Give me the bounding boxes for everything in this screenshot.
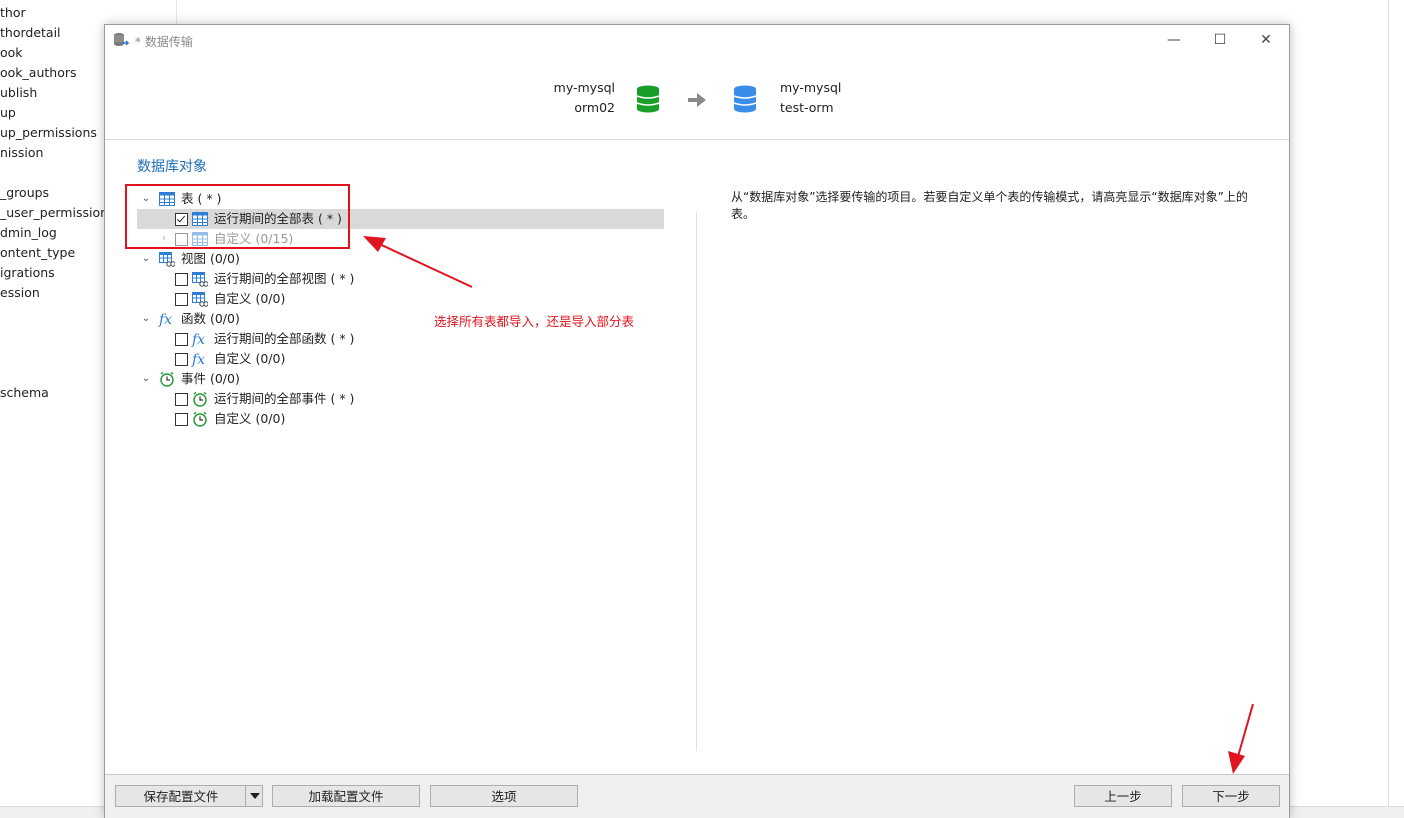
chevron-down-icon[interactable]: ⌄ xyxy=(141,309,151,329)
function-icon: fx xyxy=(192,332,206,348)
chevron-down-icon[interactable]: ⌄ xyxy=(141,369,151,389)
close-button[interactable]: ✕ xyxy=(1243,25,1289,55)
event-clock-icon xyxy=(160,371,174,387)
dialog-footer: 保存配置文件 加载配置文件 选项 上一步 下一步 xyxy=(105,774,1289,818)
tree-node-all-events[interactable]: 运行期间的全部事件 ( * ) xyxy=(175,389,395,409)
annotation-text: 选择所有表都导入，还是导入部分表 xyxy=(434,314,635,329)
data-transfer-dialog: * 数据传输 — ☐ ✕ my-mysql orm02 my-mysql tes… xyxy=(104,24,1290,818)
function-icon: fx xyxy=(159,312,173,328)
minimize-button[interactable]: — xyxy=(1151,25,1197,55)
tree-node-views[interactable]: ⌄ 视图 (0/0) xyxy=(141,249,341,269)
tree-node-all-functions[interactable]: fx 运行期间的全部函数 ( * ) xyxy=(175,329,395,349)
next-button[interactable]: 下一步 xyxy=(1182,785,1280,807)
background-list-item[interactable]: ook xyxy=(0,45,23,60)
background-list-item[interactable]: thor xyxy=(0,5,26,20)
background-list-item[interactable]: dmin_log xyxy=(0,225,57,240)
annotation-arrow-next-head xyxy=(1228,751,1245,774)
tree-label: 自定义 (0/0) xyxy=(214,411,286,426)
tree-label: 运行期间的全部视图 ( * ) xyxy=(214,271,355,286)
tree-label: 运行期间的全部函数 ( * ) xyxy=(214,331,355,346)
annotation-arrow-left-head xyxy=(363,236,386,252)
load-profile-button[interactable]: 加载配置文件 xyxy=(272,785,420,807)
custom-functions-checkbox[interactable] xyxy=(175,353,188,366)
maximize-button[interactable]: ☐ xyxy=(1197,25,1243,55)
tree-label: 自定义 (0/0) xyxy=(214,351,286,366)
all-events-checkbox[interactable] xyxy=(175,393,188,406)
tree-node-custom-views[interactable]: 自定义 (0/0) xyxy=(175,289,375,309)
background-list-item[interactable]: ontent_type xyxy=(0,245,75,260)
tree-label: 函数 (0/0) xyxy=(181,311,240,326)
view-icon xyxy=(192,292,208,307)
dialog-titlebar[interactable]: * 数据传输 — ☐ ✕ xyxy=(105,25,1289,55)
background-list-item[interactable]: ession xyxy=(0,285,40,300)
back-button[interactable]: 上一步 xyxy=(1074,785,1172,807)
chevron-down-icon[interactable]: ⌄ xyxy=(141,249,151,269)
section-title: 数据库对象 xyxy=(137,159,207,175)
annotation-arrow-next xyxy=(1236,703,1254,761)
target-database-name: test-orm xyxy=(780,100,834,115)
background-list-item[interactable]: igrations xyxy=(0,265,55,280)
panel-divider[interactable] xyxy=(696,211,697,751)
tree-label: 运行期间的全部事件 ( * ) xyxy=(214,391,355,406)
description-text: 从“数据库对象”选择要传输的项目。若要自定义单个表的传输模式，请高亮显示“数据库… xyxy=(731,190,1248,221)
background-list-item[interactable]: nission xyxy=(0,145,43,160)
source-connection-name: my-mysql xyxy=(553,80,615,95)
event-clock-icon xyxy=(193,411,207,427)
custom-views-checkbox[interactable] xyxy=(175,293,188,306)
all-functions-checkbox[interactable] xyxy=(175,333,188,346)
options-button[interactable]: 选项 xyxy=(430,785,578,807)
background-list-item[interactable]: ublish xyxy=(0,85,37,100)
transfer-arrow-icon xyxy=(688,93,706,107)
tree-label: 事件 (0/0) xyxy=(181,371,240,386)
annotation-highlight-box xyxy=(125,184,350,249)
tree-node-all-views[interactable]: 运行期间的全部视图 ( * ) xyxy=(175,269,395,289)
background-list-item[interactable]: ook_authors xyxy=(0,65,77,80)
tree-node-events[interactable]: ⌄ 事件 (0/0) xyxy=(141,369,341,389)
background-list-item[interactable]: _groups xyxy=(0,185,49,200)
tree-node-functions[interactable]: ⌄ fx 函数 (0/0) xyxy=(141,309,341,329)
save-profile-button[interactable]: 保存配置文件 xyxy=(115,785,247,807)
source-database-icon xyxy=(636,85,660,113)
tree-label: 视图 (0/0) xyxy=(181,251,240,266)
dialog-title: * 数据传输 xyxy=(135,35,193,49)
target-connection-name: my-mysql xyxy=(780,80,842,95)
view-icon xyxy=(192,272,208,287)
save-profile-dropdown-icon[interactable] xyxy=(245,785,263,807)
background-list-item[interactable]: schema xyxy=(0,385,49,400)
custom-events-checkbox[interactable] xyxy=(175,413,188,426)
background-divider xyxy=(1388,0,1389,806)
function-icon: fx xyxy=(192,352,206,368)
tree-node-custom-functions[interactable]: fx 自定义 (0/0) xyxy=(175,349,375,369)
target-database-icon xyxy=(733,85,757,113)
background-list-item[interactable]: up xyxy=(0,105,16,120)
event-clock-icon xyxy=(193,391,207,407)
all-views-checkbox[interactable] xyxy=(175,273,188,286)
source-database-name: orm02 xyxy=(574,100,615,115)
tree-label: 自定义 (0/0) xyxy=(214,291,286,306)
tree-node-custom-events[interactable]: 自定义 (0/0) xyxy=(175,409,375,429)
background-list-item[interactable]: thordetail xyxy=(0,25,61,40)
background-list-item[interactable]: _user_permissions xyxy=(0,205,115,220)
data-transfer-icon xyxy=(114,33,129,46)
background-list-item[interactable]: up_permissions xyxy=(0,125,97,140)
view-icon xyxy=(159,252,175,267)
